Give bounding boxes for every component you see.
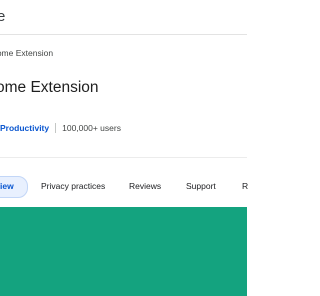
breadcrumb: rome Extension bbox=[0, 48, 54, 58]
store-title[interactable]: e bbox=[0, 8, 5, 26]
detail-tabs: iew Privacy practices Reviews Support R bbox=[0, 157, 248, 214]
meta-divider bbox=[55, 123, 57, 133]
user-count: 100,000+ users bbox=[62, 123, 121, 133]
tab-support[interactable]: Support bbox=[186, 181, 216, 192]
tab-overview[interactable]: iew bbox=[0, 181, 14, 192]
tab-reviews[interactable]: Reviews bbox=[129, 181, 161, 192]
promo-banner bbox=[0, 207, 247, 296]
extension-title: ome Extension bbox=[0, 79, 99, 96]
tab-privacy-practices[interactable]: Privacy practices bbox=[41, 181, 105, 192]
tab-related[interactable]: R bbox=[242, 181, 248, 192]
store-header: e bbox=[0, 0, 247, 35]
extension-meta: Productivity 100,000+ users bbox=[0, 122, 121, 134]
category-link[interactable]: Productivity bbox=[0, 123, 49, 133]
